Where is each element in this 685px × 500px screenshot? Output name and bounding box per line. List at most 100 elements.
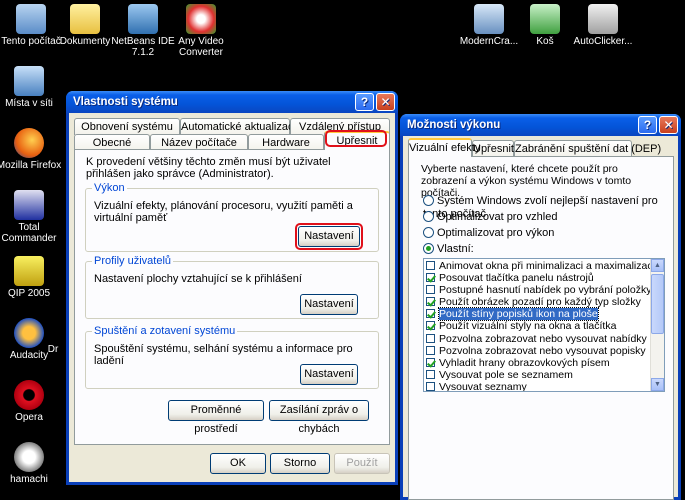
admin-notice: K provedení většiny těchto změn musí být…: [86, 156, 331, 180]
desktop-icon-any-video-converter[interactable]: Any Video Converter: [168, 4, 234, 58]
startup-recovery-legend: Spuštění a zotavení systému: [92, 325, 238, 337]
desktop-icon-partial[interactable]: Dr: [38, 344, 68, 355]
scroll-up-icon[interactable]: ▲: [651, 259, 664, 272]
radio-let-windows-choose[interactable]: Systém Windows zvolí nejlepší nastavení …: [423, 195, 673, 220]
effect-label: Pozvolna zobrazovat nebo vysouvat popisk…: [439, 344, 646, 357]
computer-icon: [16, 4, 46, 34]
performance-legend: Výkon: [92, 182, 127, 194]
vertical-scrollbar[interactable]: ▲ ▼: [650, 259, 664, 391]
tab-system-restore[interactable]: Obnovení systému: [74, 118, 180, 135]
video-converter-icon: [186, 4, 216, 34]
visual-effects-intro: Vyberte nastavení, které chcete použít p…: [421, 163, 632, 199]
window-title: Vlastnosti systému: [73, 96, 178, 108]
checkbox-icon[interactable]: [426, 285, 435, 295]
desktop-icon-hamachi[interactable]: hamachi: [0, 442, 62, 485]
effect-label: Posouvat tlačítka panelu nástrojů: [439, 272, 594, 285]
radio-custom[interactable]: Vlastní:: [423, 243, 474, 256]
checkbox-icon[interactable]: [426, 369, 435, 379]
performance-options-window: Možnosti výkonu ? ✕ Vizuální efekty Upře…: [400, 114, 681, 500]
effect-checkbox-row[interactable]: Pozvolna zobrazovat nebo vysouvat nabídk…: [424, 333, 649, 345]
checkbox-icon[interactable]: [426, 381, 435, 391]
checkbox-icon[interactable]: [426, 357, 435, 367]
effect-label: Animovat okna při minimalizaci a maximal…: [439, 260, 655, 272]
effect-checkbox-row[interactable]: Postupné hasnutí nabídek po vybrání polo…: [424, 284, 652, 297]
visual-effects-list[interactable]: Animovat okna při minimalizaci a maximal…: [423, 258, 665, 392]
tab-visual-effects[interactable]: Vizuální efekty: [408, 138, 480, 157]
tab-dep[interactable]: Zabránění spuštění dat (DEP): [514, 140, 661, 157]
qip-icon: [14, 256, 44, 286]
startup-recovery-group: Spuštění a zotavení systému Spouštění sy…: [85, 325, 379, 389]
mouse-cursor-icon: [588, 4, 618, 34]
system-properties-window: Vlastnosti systému ? ✕ Obnovení systému …: [66, 91, 398, 485]
effect-label: Použít obrázek pozadí pro každý typ slož…: [439, 296, 641, 309]
radio-dot: [423, 211, 434, 222]
checkbox-icon[interactable]: [426, 333, 435, 343]
desktop-icon-firefox[interactable]: Mozilla Firefox: [0, 128, 62, 171]
close-icon[interactable]: ✕: [659, 116, 678, 134]
checkbox-icon[interactable]: [426, 261, 435, 270]
radio-dot-selected: [423, 243, 434, 254]
radio-dot: [423, 195, 434, 206]
visual-effects-panel: Vyberte nastavení, které chcete použít p…: [408, 156, 674, 500]
checkbox-icon[interactable]: [426, 321, 435, 331]
performance-options-titlebar[interactable]: Možnosti výkonu ? ✕: [400, 114, 681, 136]
error-reporting-button[interactable]: Zasílání zpráv o chybách: [269, 400, 369, 435]
effect-label: Postupné hasnutí nabídek po vybrání polo…: [439, 284, 652, 297]
ok-button[interactable]: OK: [210, 453, 266, 474]
desktop-icon-qip[interactable]: QIP 2005: [0, 256, 62, 299]
performance-settings-highlight: [295, 223, 363, 250]
checkbox-icon[interactable]: [426, 309, 435, 319]
apply-button[interactable]: Použít: [334, 453, 390, 474]
scroll-thumb[interactable]: [651, 274, 664, 334]
help-icon[interactable]: ?: [355, 93, 374, 111]
checkbox-icon[interactable]: [426, 345, 435, 355]
effect-label: Vysouvat seznamy: [439, 380, 527, 392]
network-computer-icon: [474, 4, 504, 34]
effect-checkbox-row[interactable]: Pozvolna zobrazovat nebo vysouvat popisk…: [424, 345, 649, 357]
checkbox-icon[interactable]: [426, 273, 435, 283]
tab-advanced-highlight: [325, 130, 387, 147]
recycle-bin-icon: [530, 4, 560, 34]
effect-checkbox-row[interactable]: Použít stíny popisků ikon na ploše: [424, 307, 649, 322]
desktop-icon-opera[interactable]: Opera: [0, 380, 62, 423]
effect-checkbox-row[interactable]: Vysouvat seznamy: [424, 380, 649, 392]
effect-checkbox-row[interactable]: Posouvat tlačítka panelu nástrojů: [424, 272, 649, 284]
desktop-icon-documents[interactable]: Dokumenty: [52, 4, 118, 47]
desktop-icon-total-commander[interactable]: Total Commander: [0, 190, 62, 244]
scroll-down-icon[interactable]: ▼: [651, 378, 664, 391]
performance-description: Vizuální efekty, plánování procesoru, vy…: [94, 200, 353, 224]
user-profiles-group: Profily uživatelů Nastavení plochy vztah…: [85, 255, 379, 319]
system-properties-titlebar[interactable]: Vlastnosti systému ? ✕: [66, 91, 398, 113]
desktop-icon-recycle-bin[interactable]: Koš: [512, 4, 578, 47]
opera-icon: [14, 380, 44, 410]
help-icon[interactable]: ?: [638, 116, 657, 134]
tab-automatic-updates[interactable]: Automatické aktualizace: [180, 118, 300, 135]
environment-variables-button[interactable]: Proměnné prostředí: [168, 400, 264, 435]
radio-best-performance[interactable]: Optimalizovat pro výkon: [423, 227, 554, 240]
advanced-panel: K provedení většiny těchto změn musí být…: [74, 149, 390, 445]
cancel-button[interactable]: Storno: [270, 453, 330, 474]
netbeans-icon: [128, 4, 158, 34]
firefox-icon: [14, 128, 44, 158]
checkbox-icon[interactable]: [426, 297, 435, 307]
user-profiles-description: Nastavení plochy vztahující se k přihláš…: [94, 273, 302, 285]
effect-label: Použít vizuální styly na okna a tlačítka: [439, 320, 617, 333]
effect-checkbox-row[interactable]: Animovat okna při minimalizaci a maximal…: [424, 260, 655, 272]
hamachi-icon: [14, 442, 44, 472]
desktop-icon-network-places[interactable]: Místa v síti: [0, 66, 62, 109]
effect-checkbox-row[interactable]: Vyhladit hrany obrazovkových písem: [424, 357, 649, 369]
startup-recovery-settings-button[interactable]: Nastavení: [300, 364, 358, 385]
effect-label: Vyhladit hrany obrazovkových písem: [439, 356, 610, 369]
desktop-icon-autoclicker[interactable]: AutoClicker...: [570, 4, 636, 47]
desktop-icon-netbeans[interactable]: NetBeans IDE 7.1.2: [110, 4, 176, 58]
user-profiles-settings-button[interactable]: Nastavení: [300, 294, 358, 315]
radio-dot: [423, 227, 434, 238]
effect-checkbox-row[interactable]: Použít obrázek pozadí pro každý typ slož…: [424, 296, 649, 308]
effect-label: Použít stíny popisků ikon na ploše: [438, 307, 599, 322]
effect-checkbox-row[interactable]: Použít vizuální styly na okna a tlačítka: [424, 320, 649, 332]
effect-checkbox-row[interactable]: Vysouvat pole se seznamem: [424, 369, 649, 381]
effect-label: Pozvolna zobrazovat nebo vysouvat nabídk…: [439, 332, 647, 345]
close-icon[interactable]: ✕: [376, 93, 395, 111]
radio-best-appearance[interactable]: Optimalizovat pro vzhled: [423, 211, 557, 224]
effect-label: Vysouvat pole se seznamem: [439, 368, 573, 381]
